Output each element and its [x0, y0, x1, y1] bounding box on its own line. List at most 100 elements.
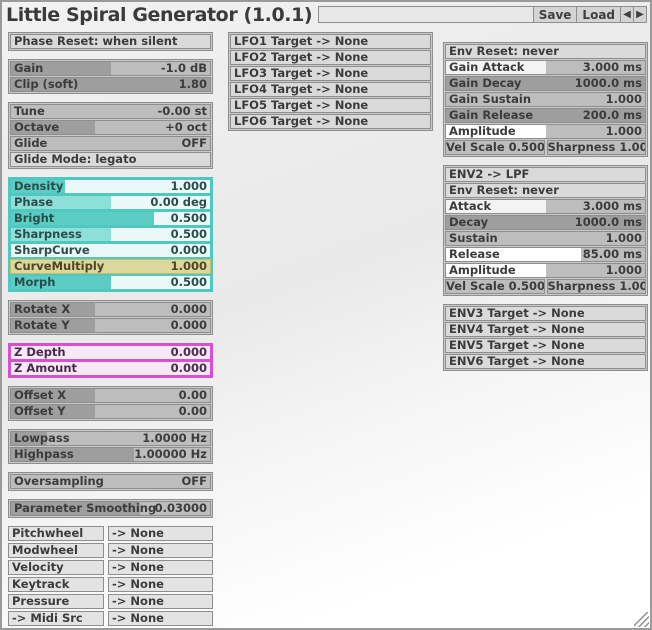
midi-target-6[interactable]: -> None [108, 611, 213, 626]
glide-row[interactable]: GlideOFF [10, 136, 211, 151]
midi-source-modwheel[interactable]: Modwheel [8, 543, 104, 558]
env1-vel-scale-label: Vel Scale 0.500 [446, 141, 544, 154]
parameter-smoothing-row[interactable]: Parameter Smoothing 0.03000 [10, 501, 211, 516]
sharpness-row[interactable]: Sharpness0.500 [10, 227, 211, 242]
midi-source-pitchwheel[interactable]: Pitchwheel [8, 526, 104, 541]
env2-decay-row[interactable]: Decay1000.0 ms [445, 215, 646, 230]
z-amount-row[interactable]: Z Amount0.000 [10, 361, 211, 376]
app-version: (1.0.1) [244, 4, 313, 26]
midi-source-pressure[interactable]: Pressure [8, 594, 104, 609]
midi-target-2[interactable]: -> None [108, 543, 213, 558]
midi-target-label: -> None [112, 612, 164, 625]
highpass-label: Highpass [14, 448, 74, 461]
env2-attack-row[interactable]: Attack3.000 ms [445, 199, 646, 214]
clip-soft-row[interactable]: Clip (soft)1.80 [10, 77, 211, 92]
env1-gain-attack-label: Gain Attack [449, 61, 524, 74]
midi-target-4[interactable]: -> None [108, 577, 213, 592]
env2-title-selector[interactable]: ENV2 -> LPF [445, 167, 646, 182]
lfo-target-label: LFO5 Target -> None [234, 99, 368, 112]
env1-gain-decay-row[interactable]: Gain Decay1000.0 ms [445, 76, 646, 91]
midi-target-1[interactable]: -> None [108, 526, 213, 541]
offset-y-row[interactable]: Offset Y0.00 [10, 404, 211, 419]
prev-preset-icon[interactable]: ◀ [621, 6, 634, 23]
env1-split: Vel Scale 0.500Sharpness 1.000 [445, 140, 646, 155]
env1-sharpness[interactable]: Sharpness 1.000 [547, 140, 647, 155]
lfo-target-group: LFO1 Target -> NoneLFO2 Target -> NoneLF… [228, 32, 433, 131]
curvemultiply-row[interactable]: CurveMultiply1.000 [10, 259, 211, 274]
parameter-smoothing-label: Parameter Smoothing [14, 502, 156, 515]
midi-target-label: -> None [112, 578, 164, 591]
glide-mode-selector[interactable]: Glide Mode: legato [10, 152, 211, 167]
offset-x-row[interactable]: Offset X0.00 [10, 388, 211, 403]
midi-source-midi-src[interactable]: -> Midi Src [8, 611, 104, 626]
title-bar: Little Spiral Generator (1.0.1) Save Loa… [2, 2, 650, 27]
env-target-5[interactable]: ENV5 Target -> None [445, 338, 646, 353]
lfo-target-5[interactable]: LFO5 Target -> None [230, 98, 431, 113]
env1-gain-release-row[interactable]: Gain Release200.0 ms [445, 108, 646, 123]
env1-amplitude-row[interactable]: Amplitude1.000 [445, 124, 646, 139]
midi-source-label: Modwheel [12, 544, 78, 557]
z-depth-row[interactable]: Z Depth0.000 [10, 345, 211, 360]
rotate-x-label: Rotate X [14, 303, 70, 316]
env1-reset-selector[interactable]: Env Reset: never [445, 44, 646, 59]
env1-vel-scale[interactable]: Vel Scale 0.500 [445, 140, 545, 155]
env2-reset-selector[interactable]: Env Reset: never [445, 183, 646, 198]
lfo-target-4[interactable]: LFO4 Target -> None [230, 82, 431, 97]
gain-row[interactable]: Gain-1.0 dB [10, 61, 211, 76]
rotate-x-row[interactable]: Rotate X0.000 [10, 302, 211, 317]
env1-gain-attack-value: 3.000 ms [583, 61, 642, 74]
phase-reset-selector[interactable]: Phase Reset: when silent [10, 34, 211, 49]
morph-label: Morph [14, 276, 55, 289]
env-target-3[interactable]: ENV3 Target -> None [445, 306, 646, 321]
env2-vel-scale[interactable]: Vel Scale 0.500 [445, 279, 545, 294]
env2-amplitude-row[interactable]: Amplitude1.000 [445, 263, 646, 278]
env1-gain-sustain-row[interactable]: Gain Sustain1.000 [445, 92, 646, 107]
env-target-4[interactable]: ENV4 Target -> None [445, 322, 646, 337]
midi-target-label: -> None [112, 544, 164, 557]
env-target-6[interactable]: ENV6 Target -> None [445, 354, 646, 369]
lfo-target-3[interactable]: LFO3 Target -> None [230, 66, 431, 81]
phase-row[interactable]: Phase0.00 deg [10, 195, 211, 210]
lfo-target-6[interactable]: LFO6 Target -> None [230, 114, 431, 129]
octave-row[interactable]: Octave+0 oct [10, 120, 211, 135]
bright-row[interactable]: Bright0.500 [10, 211, 211, 226]
env1-gain-sustain-value: 1.000 [606, 93, 642, 106]
env2-sharpness[interactable]: Sharpness 1.000 [547, 279, 647, 294]
rotate-y-row[interactable]: Rotate Y0.000 [10, 318, 211, 333]
load-button[interactable]: Load [577, 6, 621, 23]
density-row[interactable]: Density1.000 [10, 179, 211, 194]
next-preset-icon[interactable]: ▶ [634, 6, 647, 23]
env2-sharpness-label: Sharpness 1.000 [548, 280, 646, 293]
env2-decay-label: Decay [449, 216, 488, 229]
save-button[interactable]: Save [534, 6, 578, 23]
midi-target-5[interactable]: -> None [108, 594, 213, 609]
sharpcurve-row[interactable]: SharpCurve0.000 [10, 243, 211, 258]
preset-name-field[interactable] [318, 6, 534, 23]
env2-attack-value: 3.000 ms [583, 200, 642, 213]
midi-source-list: Pitchwheel Modwheel Velocity Keytrack Pressu… [8, 526, 104, 630]
sharpcurve-label: SharpCurve [14, 244, 90, 257]
resize-grip-icon[interactable] [634, 612, 649, 627]
env2-sustain-row[interactable]: Sustain1.000 [445, 231, 646, 246]
morph-row[interactable]: Morph0.500 [10, 275, 211, 290]
lowpass-row[interactable]: Lowpass1.0000 Hz [10, 431, 211, 446]
midi-source-velocity[interactable]: Velocity [8, 560, 104, 575]
env1-gain-attack-row[interactable]: Gain Attack 3.000 ms [445, 60, 646, 75]
lfo-target-label: LFO1 Target -> None [234, 35, 368, 48]
tune-row[interactable]: Tune-0.00 st [10, 104, 211, 119]
z-depth-label: Z Depth [14, 346, 66, 359]
z-amount-value: 0.000 [171, 362, 207, 375]
highpass-row[interactable]: Highpass1.00000 Hz [10, 447, 211, 462]
glide-value: OFF [182, 137, 208, 150]
env2-amplitude-value: 1.000 [606, 264, 642, 277]
midi-target-3[interactable]: -> None [108, 560, 213, 575]
midi-matrix: Pitchwheel Modwheel Velocity Keytrack Pressu… [8, 526, 213, 630]
curvemultiply-value: 1.000 [171, 260, 207, 273]
midi-source-keytrack[interactable]: Keytrack [8, 577, 104, 592]
lfo-target-2[interactable]: LFO2 Target -> None [230, 50, 431, 65]
lfo-target-1[interactable]: LFO1 Target -> None [230, 34, 431, 49]
env1-amplitude-label: Amplitude [449, 125, 516, 138]
oversampling-row[interactable]: Oversampling OFF [10, 474, 211, 489]
smoothing-group: Parameter Smoothing 0.03000 [8, 499, 213, 518]
env2-release-row[interactable]: Release85.00 ms [445, 247, 646, 262]
